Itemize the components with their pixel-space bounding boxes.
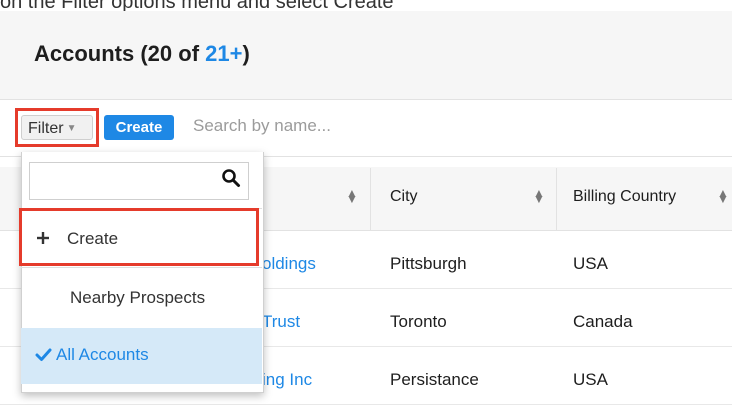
title-text: Accounts (20 of — [34, 41, 206, 66]
check-icon — [35, 348, 52, 361]
record-count[interactable]: 21+ — [205, 41, 242, 66]
page-title: Accounts (20 of 21+) — [34, 41, 250, 67]
filter-item-all-accounts[interactable]: All Accounts — [56, 345, 149, 365]
city-cell: Toronto — [390, 312, 447, 331]
create-filter-button[interactable]: Create — [104, 115, 174, 140]
country-cell: USA — [573, 254, 608, 273]
filter-item-nearby-prospects[interactable]: Nearby Prospects — [70, 288, 205, 308]
filter-search-input[interactable] — [29, 162, 249, 200]
column-divider — [556, 168, 557, 230]
search-icon[interactable] — [221, 168, 241, 188]
column-header-billing-country[interactable]: Billing Country — [573, 188, 676, 206]
column-divider — [370, 168, 371, 230]
account-name-link[interactable]: oldings — [262, 254, 316, 274]
menu-divider — [21, 267, 262, 268]
sort-icon[interactable]: ▲ ▼ — [346, 187, 358, 205]
create-highlight-box — [19, 208, 259, 266]
search-input[interactable]: Search by name... — [193, 116, 331, 136]
sort-icon[interactable]: ▲ ▼ — [717, 187, 729, 205]
filter-highlight-box — [15, 108, 99, 147]
city-cell: Pittsburgh — [390, 254, 467, 273]
country-cell: Canada — [573, 312, 633, 331]
country-cell: USA — [573, 370, 608, 389]
city-cell: Persistance — [390, 370, 479, 389]
instruction-text: on the Filter options menu and select Cr… — [0, 0, 394, 11]
account-name-link[interactable]: ing Inc — [262, 370, 312, 390]
title-close: ) — [242, 41, 250, 66]
sort-icon[interactable]: ▲ ▼ — [533, 187, 545, 205]
column-header-city[interactable]: City — [390, 188, 418, 206]
account-name-link[interactable]: Trust — [262, 312, 300, 332]
